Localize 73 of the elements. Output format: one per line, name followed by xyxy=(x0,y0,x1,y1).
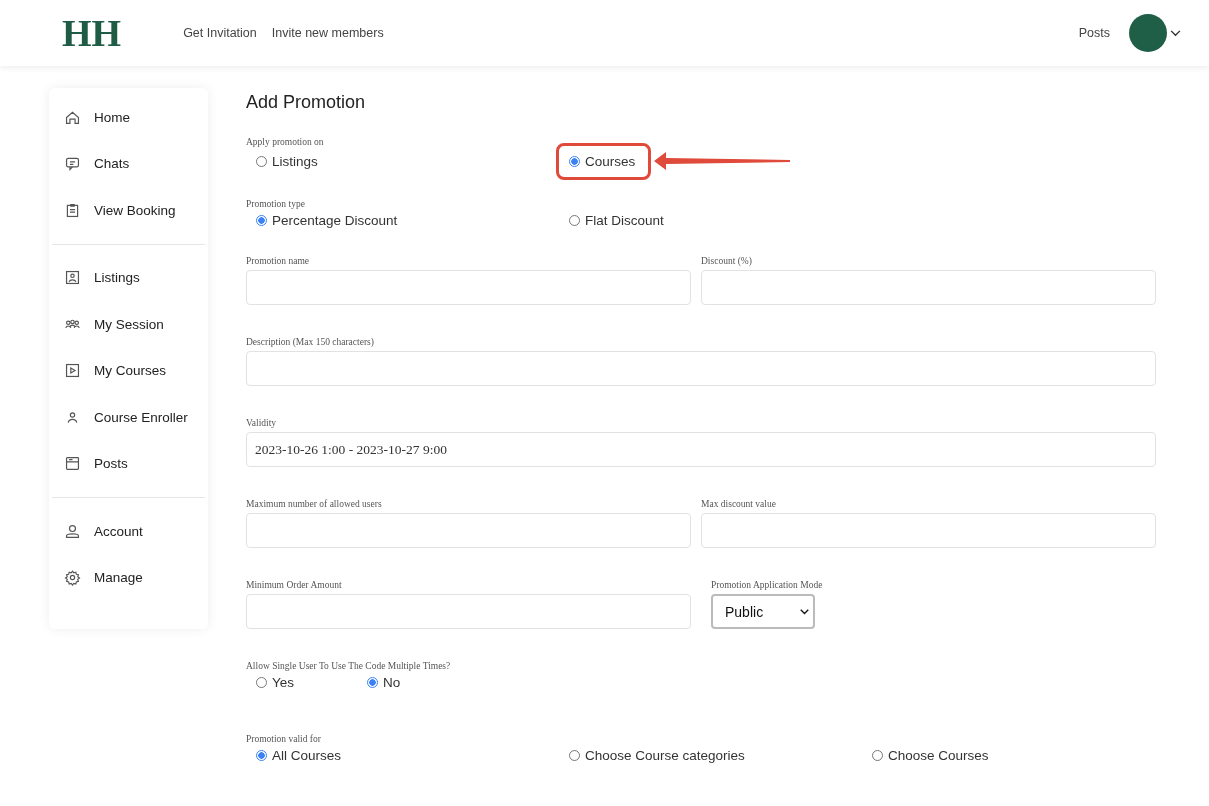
highlighted-radio-option[interactable]: Courses xyxy=(556,142,652,180)
sidebar-item[interactable]: Chats xyxy=(52,140,205,187)
input-field[interactable] xyxy=(246,594,691,629)
radio-button[interactable] xyxy=(367,677,378,688)
avatar[interactable] xyxy=(1129,14,1167,52)
chat-icon xyxy=(64,155,81,173)
radio-button[interactable] xyxy=(872,750,883,761)
radio-option[interactable]: Flat Discount xyxy=(569,213,664,228)
sidebar-label: Chats xyxy=(94,156,130,172)
field-label: Description (Max 150 characters) xyxy=(246,337,375,347)
mode-select[interactable]: Public xyxy=(711,594,815,629)
sidebar-item[interactable]: Posts xyxy=(52,440,205,487)
sidebar-item[interactable]: Course Enroller xyxy=(52,394,205,441)
sidebar-label: Account xyxy=(94,523,143,539)
window-icon xyxy=(64,455,81,473)
field-label: Promotion Application Mode xyxy=(711,580,824,590)
radio-option[interactable]: Percentage Discount xyxy=(256,213,398,228)
sidebar-item[interactable]: My Courses xyxy=(52,347,205,394)
sidebar-item[interactable]: My Session xyxy=(52,301,205,348)
field-label: Apply promotion on xyxy=(246,137,325,147)
input-field[interactable] xyxy=(246,270,691,305)
sidebar-item[interactable]: Home xyxy=(52,94,205,141)
input-field[interactable] xyxy=(701,513,1156,548)
sidebar-item[interactable]: Account xyxy=(52,508,205,555)
radio-option[interactable]: Yes xyxy=(256,675,295,690)
field-label: Maximum number of allowed users xyxy=(246,499,383,509)
field-label: Discount (%) xyxy=(701,256,753,266)
radio-option[interactable]: Listings xyxy=(256,153,318,169)
radio-button[interactable] xyxy=(256,677,267,688)
input-field[interactable] xyxy=(246,351,1156,386)
logo[interactable]: HH xyxy=(62,11,122,55)
sidebar-item[interactable]: Manage xyxy=(52,554,205,601)
input-field[interactable] xyxy=(701,270,1156,305)
field-label: Promotion valid for xyxy=(246,734,322,744)
field-label: Allow Single User To Use The Code Multiple Times? xyxy=(246,661,452,671)
posts-link[interactable]: Posts xyxy=(1078,26,1110,40)
radio-button[interactable] xyxy=(569,155,580,167)
input-field[interactable] xyxy=(246,513,691,548)
radio-button[interactable] xyxy=(569,750,580,761)
field-label: Minimum Order Amount xyxy=(246,580,343,590)
field-label: Promotion type xyxy=(246,199,306,209)
radio-option[interactable]: All Courses xyxy=(256,748,342,763)
radio-button[interactable] xyxy=(256,155,267,167)
field-label: Validity xyxy=(246,418,278,428)
nav-link[interactable]: Invite new members xyxy=(271,26,384,40)
sidebar-label: Home xyxy=(94,109,130,125)
sidebar-label: Listings xyxy=(94,270,140,286)
sidebar-label: My Courses xyxy=(94,363,166,379)
field-label: Max discount value xyxy=(701,499,777,509)
clipboard-icon xyxy=(64,201,81,219)
sidebar-item[interactable]: View Booking xyxy=(52,187,205,234)
page-title: Add Promotion xyxy=(246,92,367,113)
play-icon xyxy=(64,362,81,380)
input-field[interactable]: 2023-10-26 1:00 - 2023-10-27 9:00 xyxy=(246,432,1156,467)
radio-button[interactable] xyxy=(569,215,580,226)
radio-option[interactable]: Choose Courses xyxy=(872,748,989,763)
sidebar-label: Posts xyxy=(94,456,128,472)
sidebar-label: Course Enroller xyxy=(94,409,188,425)
settings-icon xyxy=(64,569,81,587)
field-label: Promotion name xyxy=(246,256,311,266)
sidebar-item[interactable]: Listings xyxy=(52,254,205,301)
radio-button[interactable] xyxy=(256,750,267,761)
sidebar-label: My Session xyxy=(94,316,164,332)
nav-link[interactable]: Get Invitation xyxy=(183,26,257,40)
radio-option[interactable]: Choose Course categories xyxy=(569,748,745,763)
user-icon xyxy=(64,522,81,540)
radio-option[interactable]: No xyxy=(367,675,401,690)
sidebar-label: View Booking xyxy=(94,202,176,218)
caret-icon[interactable] xyxy=(1170,29,1181,37)
sidebar-label: Manage xyxy=(94,570,143,586)
id-card-icon xyxy=(64,269,81,287)
caret-icon xyxy=(800,608,809,615)
radio-button[interactable] xyxy=(256,215,267,226)
